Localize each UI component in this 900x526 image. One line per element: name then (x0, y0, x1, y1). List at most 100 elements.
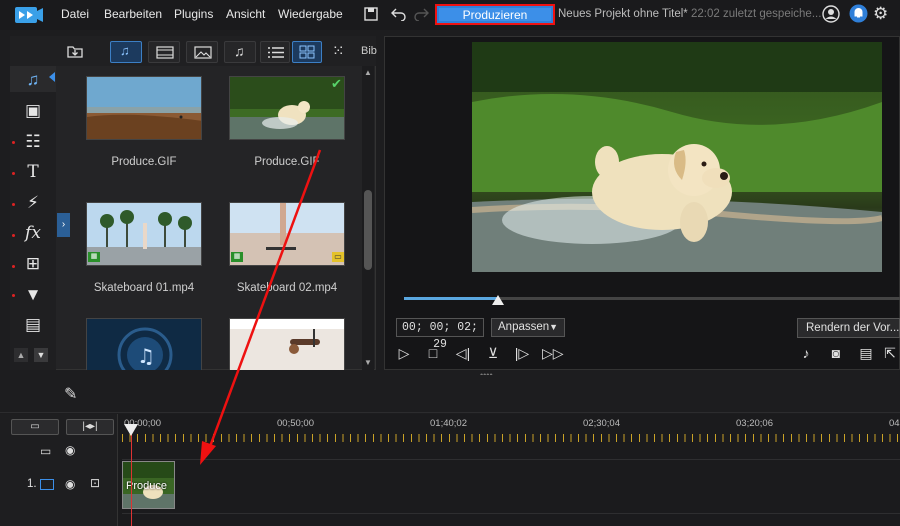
volume-icon[interactable]: ♪ (796, 344, 816, 362)
eye-icon[interactable]: ◉ (65, 477, 75, 491)
media-thumb-2[interactable] (229, 76, 345, 140)
ruler-ticks (122, 434, 900, 442)
library-scroll-thumb[interactable] (364, 190, 372, 270)
fit-dropdown[interactable]: Anpassen ▼ (491, 318, 565, 337)
fx-room-icon[interactable]: fx (22, 223, 44, 243)
filter-video-button[interactable] (148, 41, 180, 63)
play-icon[interactable]: ▷ (394, 344, 414, 362)
media-thumb-4[interactable] (229, 202, 345, 266)
video-badge-icon: ▦ (231, 252, 243, 262)
media-thumb-6[interactable] (229, 318, 345, 370)
previous-frame-icon[interactable]: ◁| (453, 344, 473, 362)
media-thumb-5[interactable]: ♫ (86, 318, 202, 370)
title-room-icon[interactable]: T (22, 162, 44, 182)
media-thumb-3[interactable] (86, 202, 202, 266)
filter-audio-button[interactable]: ♫ (224, 41, 256, 63)
ruler-label: 03;20;06 (736, 418, 773, 429)
scroll-down-icon[interactable]: ▼ (34, 348, 48, 362)
new-indicator (12, 234, 15, 237)
app-logo-icon (15, 7, 43, 23)
menu-wiedergabe[interactable]: Wiedergabe (278, 7, 343, 21)
list-view-button[interactable] (260, 41, 290, 63)
palms-thumbnail (87, 203, 201, 265)
import-media-icon[interactable] (66, 43, 84, 59)
next-frame-icon[interactable]: |▷ (512, 344, 532, 362)
preview-seek-progress (404, 297, 499, 300)
grid-view-button[interactable] (292, 41, 322, 63)
media-label: Produce.GIF (111, 156, 177, 168)
particle-room-icon[interactable]: ▼ (22, 285, 44, 305)
filter-image-button[interactable] (186, 41, 218, 63)
scroll-up-arrow-icon[interactable]: ▲ (364, 68, 372, 77)
media-filter-icon: ♫ (120, 43, 130, 58)
menu-plugins[interactable]: Plugins (174, 7, 213, 21)
scroll-down-arrow-icon[interactable]: ▼ (364, 358, 372, 367)
image-icon (194, 46, 212, 59)
clapper-room-icon[interactable]: ☷ (22, 132, 44, 152)
template-room-icon[interactable]: ▣ (22, 101, 44, 121)
library-label: Bib (361, 45, 377, 57)
playhead-handle[interactable] (124, 424, 138, 436)
chevron-down-icon: ▼ (549, 322, 558, 332)
skate-thumbnail (230, 203, 344, 265)
notification-icon[interactable] (849, 4, 868, 23)
produce-button-label: Produzieren (439, 8, 551, 22)
edit-pen-icon[interactable]: ✎ (64, 384, 77, 404)
lock-icon[interactable]: ⊡ (90, 476, 100, 490)
stop-icon[interactable]: □ (423, 344, 443, 362)
new-indicator (12, 294, 15, 297)
track-video-icon (40, 479, 54, 490)
pip-room-icon[interactable]: ⊞ (22, 254, 44, 274)
render-preview-button[interactable]: Rendern der Vor... (797, 318, 900, 338)
music-thumbnail: ♫ (87, 319, 201, 370)
timecode-display[interactable]: 00; 00; 02; 29 (396, 318, 484, 351)
dog-thumbnail (230, 77, 344, 139)
fit-arrows-icon: |◂▸| (82, 421, 98, 432)
display-settings-icon[interactable]: ▤ (856, 344, 876, 362)
save-icon[interactable] (363, 6, 379, 22)
keyboard-icon: ▭ (30, 421, 40, 432)
clip-label: Produce (126, 480, 167, 492)
fit-timeline-button[interactable]: |◂▸| (66, 419, 114, 435)
snapshot-camera-icon[interactable]: ◙ (826, 344, 846, 362)
produce-button[interactable]: Produzieren (435, 4, 555, 25)
project-title: Neues Projekt ohne Titel* 22:02 zuletzt … (558, 8, 822, 20)
media-label: Skateboard 01.mp4 (93, 282, 195, 294)
eye-icon[interactable]: ◉ (65, 443, 75, 457)
fast-forward-icon[interactable]: ▷▷ (542, 344, 564, 362)
new-indicator (12, 141, 15, 144)
video-badge-icon: ▦ (88, 252, 100, 262)
active-room-indicator (49, 72, 55, 82)
ruler-label: 00;50;00 (277, 418, 314, 429)
undock-preview-icon[interactable]: ⇱ (880, 344, 900, 362)
new-indicator (12, 172, 15, 175)
video-icon (156, 46, 174, 59)
settings-gear-icon[interactable]: ⚙ (873, 4, 888, 24)
preview-seek-handle[interactable] (492, 295, 505, 305)
track-manager-button[interactable]: ▭ (11, 419, 59, 435)
dog-preview-image (472, 42, 882, 272)
split-marker-icon[interactable]: ⊻ (483, 344, 503, 362)
account-icon[interactable] (822, 5, 840, 23)
media-room-icon[interactable]: ♫ (22, 70, 44, 90)
undo-icon[interactable] (390, 7, 406, 21)
track-number: 1. (27, 478, 37, 490)
media-grid: Produce.GIF ✔ Produce.GIF ▦ Skateboard 0… (60, 66, 360, 370)
menu-datei[interactable]: Datei (61, 7, 89, 21)
transition-room-icon[interactable]: ⚡ (22, 193, 44, 213)
more-options-icon[interactable]: ⁙ (332, 42, 345, 60)
video-track-icon: ▭ (40, 444, 52, 458)
checkmark-icon: ✔ (331, 76, 342, 91)
redo-icon[interactable] (414, 7, 430, 21)
grid-view-icon (299, 45, 315, 59)
ruler-label: 02;30;04 (583, 418, 620, 429)
menu-bearbeiten[interactable]: Bearbeiten (104, 7, 162, 21)
scroll-up-icon[interactable]: ▲ (14, 348, 28, 362)
subtitle-room-icon[interactable]: ▤ (22, 315, 44, 335)
media-thumb-1[interactable] (86, 76, 202, 140)
gym-thumbnail (230, 319, 344, 370)
filter-all-media-button[interactable]: ♫ (110, 41, 142, 63)
folder-icon: ▭ (332, 252, 344, 262)
timeline-toolstrip (0, 375, 900, 413)
menu-ansicht[interactable]: Ansicht (226, 7, 265, 21)
